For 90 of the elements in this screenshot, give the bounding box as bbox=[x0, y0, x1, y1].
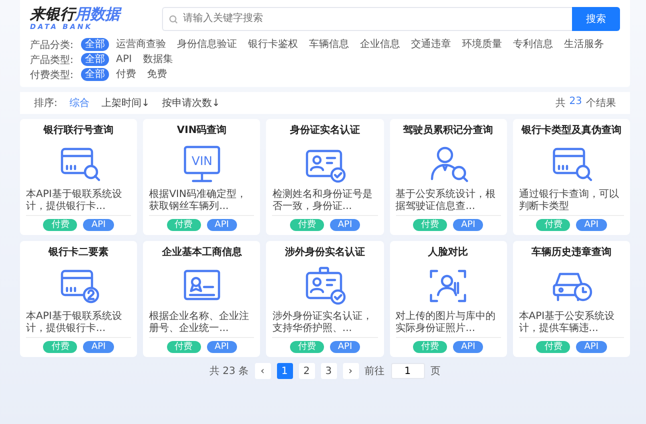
filter-option[interactable]: 企业信息 bbox=[356, 38, 404, 51]
total-count: 共 23 条 bbox=[209, 364, 249, 378]
filter-option[interactable]: 环境质量 bbox=[458, 38, 506, 51]
product-card[interactable]: 身份证实名认证 检测姓名和身份证号是否一致，身份证... 付费 API bbox=[266, 119, 384, 235]
tag: 付费 bbox=[413, 219, 448, 231]
screen-text: VIN bbox=[191, 154, 212, 168]
product-card[interactable]: 驾驶员累积记分查询 基于公安系统设计，根据驾驶证信息查... 付费 API bbox=[390, 119, 507, 235]
filter-option[interactable]: 车辆信息 bbox=[305, 38, 353, 51]
tag: 付费 bbox=[536, 341, 570, 353]
card-description: 涉外身份证实名认证，支持华侨护照、... bbox=[272, 311, 378, 338]
card-description: 本API基于银联系统设计，提供银行卡... bbox=[26, 189, 132, 216]
card-title: 银行联行号查询 bbox=[44, 124, 114, 137]
filter-option[interactable]: 全部 bbox=[81, 68, 109, 81]
filter-label: 产品类型: bbox=[30, 54, 74, 66]
filter-option[interactable]: 全部 bbox=[81, 38, 109, 51]
tag: API bbox=[453, 341, 484, 353]
page-input[interactable]: 1 bbox=[390, 363, 425, 379]
product-card[interactable]: 银行卡二要素 本API基于银联系统设计，提供银行卡... 付费 API bbox=[20, 241, 138, 357]
filter-option[interactable]: 身份信息验证 bbox=[173, 38, 241, 51]
product-card[interactable]: 人脸对比 对上传的图片与库中的实际身份证照片... 付费 API bbox=[390, 241, 507, 357]
card-title: 车辆历史违章查询 bbox=[531, 246, 612, 259]
filter-option[interactable]: 专利信息 bbox=[509, 38, 557, 51]
product-card[interactable]: 银行卡类型及真伪查询 通过银行卡查询，可以判断卡类型 付费 API bbox=[512, 119, 630, 235]
tag: API bbox=[576, 341, 607, 353]
filter-option[interactable]: 数据集 bbox=[138, 53, 177, 66]
card-title: 驾驶员累积记分查询 bbox=[403, 124, 494, 137]
filter-option[interactable]: 运营商查验 bbox=[112, 38, 170, 51]
result-prefix: 共 bbox=[555, 96, 566, 110]
goto-label: 前往 bbox=[364, 364, 385, 378]
tag: 付费 bbox=[166, 219, 201, 231]
result-count: 23 bbox=[569, 96, 582, 109]
tag: 付费 bbox=[413, 341, 448, 353]
tag: 付费 bbox=[290, 219, 324, 231]
card-title: 银行卡类型及真伪查询 bbox=[521, 124, 622, 137]
result-suffix: 个结果 bbox=[586, 96, 616, 110]
page-button[interactable]: 2 bbox=[298, 363, 315, 379]
sort-label: 排序: bbox=[34, 96, 58, 110]
logo-highlight: 用数据 bbox=[75, 5, 120, 23]
filter-label: 付费类型: bbox=[30, 68, 74, 82]
filter-option[interactable]: API bbox=[112, 53, 136, 66]
card-description: 检测姓名和身份证号是否一致，身份证... bbox=[272, 189, 378, 216]
filter-option[interactable]: 交通违章 bbox=[407, 38, 455, 51]
tag: API bbox=[83, 341, 114, 353]
product-card[interactable]: 银行联行号查询 本API基于银联系统设计，提供银行卡... 付费 API bbox=[20, 119, 138, 235]
card-title: 银行卡二要素 bbox=[48, 246, 109, 259]
filter-option[interactable]: 付费 bbox=[112, 68, 140, 81]
tag: 付费 bbox=[536, 219, 570, 231]
sort-option[interactable]: 综合 bbox=[69, 96, 90, 110]
page-button[interactable]: 1 bbox=[276, 363, 293, 379]
tag: 付费 bbox=[43, 341, 78, 353]
filter-option[interactable]: 生活服务 bbox=[560, 38, 608, 51]
tag: API bbox=[330, 341, 360, 353]
filter-label: 产品分类: bbox=[30, 38, 74, 52]
product-card[interactable]: 涉外身份实名认证 涉外身份证实名认证，支持华侨护照、... 付费 API bbox=[266, 241, 384, 357]
sort-option[interactable]: 按申请次数↓ bbox=[162, 96, 220, 110]
card-title: 身份证实名认证 bbox=[290, 124, 360, 137]
card-title: VIN码查询 bbox=[176, 124, 227, 137]
prev-page-button[interactable]: ‹ bbox=[254, 363, 271, 379]
tag: API bbox=[83, 219, 114, 231]
tag: 付费 bbox=[43, 219, 78, 231]
next-page-button[interactable]: › bbox=[342, 363, 359, 379]
search-button[interactable]: 搜索 bbox=[572, 6, 620, 30]
filter-option[interactable]: 全部 bbox=[81, 53, 109, 66]
card-description: 基于公安系统设计，根据驾驶证信息查... bbox=[396, 189, 501, 216]
product-card[interactable]: VIN码查询 VIN 根据VIN码准确定型，获取钢丝车辆列... 付费 API bbox=[143, 119, 260, 235]
product-card[interactable]: 企业基本工商信息 根据企业名称、企业注册号、企业统一... 付费 API bbox=[143, 241, 260, 357]
tag: API bbox=[206, 341, 237, 353]
goto-suffix: 页 bbox=[430, 365, 441, 378]
tag: API bbox=[206, 219, 237, 231]
tag: API bbox=[453, 219, 484, 231]
logo-title: 来银行 bbox=[30, 5, 75, 23]
tag: 付费 bbox=[290, 341, 324, 353]
card-description: 根据VIN码准确定型，获取钢丝车辆列... bbox=[149, 189, 254, 216]
product-card[interactable]: 车辆历史违章查询 本API基于公安系统设计，提供车辆违... 付费 API bbox=[512, 241, 630, 357]
sort-option[interactable]: 上架时间↓ bbox=[101, 96, 150, 110]
card-description: 本API基于银联系统设计，提供银行卡... bbox=[26, 311, 132, 338]
page-button[interactable]: 3 bbox=[320, 363, 337, 379]
filter-option[interactable]: 免费 bbox=[143, 68, 171, 81]
card-description: 通过银行卡查询，可以判断卡类型 bbox=[518, 189, 624, 216]
tag: API bbox=[330, 219, 360, 231]
card-title: 涉外身份实名认证 bbox=[284, 246, 365, 259]
card-title: 企业基本工商信息 bbox=[162, 246, 242, 259]
filter-option[interactable]: 银行卡鉴权 bbox=[244, 38, 302, 51]
tag: API bbox=[576, 219, 607, 231]
card-description: 对上传的图片与库中的实际身份证照片... bbox=[396, 311, 501, 338]
card-description: 根据企业名称、企业注册号、企业统一... bbox=[149, 311, 254, 338]
search-field[interactable]: 请输入关键字搜索 bbox=[162, 6, 572, 30]
card-title: 人脸对比 bbox=[428, 246, 468, 259]
tag: 付费 bbox=[166, 341, 201, 353]
card-description: 本API基于公安系统设计，提供车辆违... bbox=[518, 311, 624, 338]
